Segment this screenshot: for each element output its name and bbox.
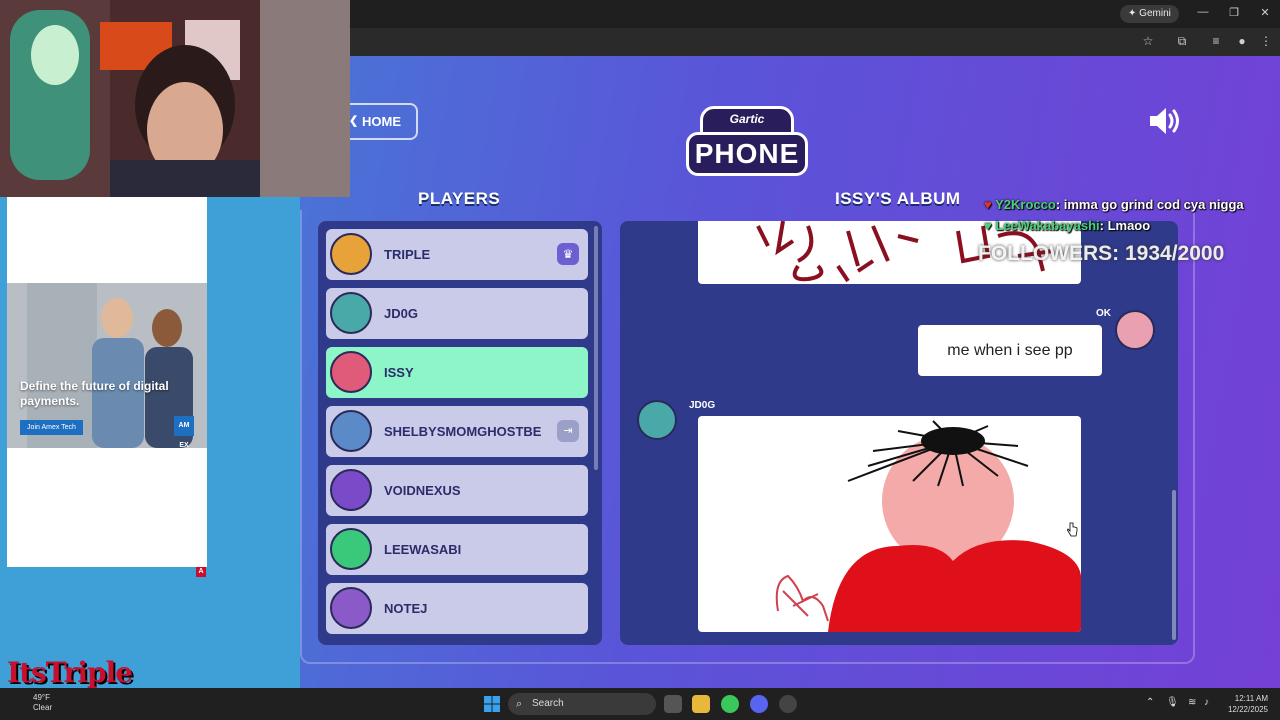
chat-username: Y2Krocco [995, 197, 1056, 212]
logo-main-text: PHONE [686, 132, 808, 176]
follower-goal: FOLLOWERS: 1934/2000 [978, 242, 1225, 265]
chrome-icon[interactable] [721, 695, 739, 713]
search-icon: ⌕ [516, 698, 523, 710]
discord-icon[interactable] [750, 695, 768, 713]
drawing-canvas [698, 416, 1081, 632]
browser-menu-icon[interactable]: ⋮ [1258, 34, 1274, 48]
players-title: PLAYERS [418, 189, 501, 208]
player-avatar [330, 233, 372, 275]
message-author-avatar [1115, 310, 1155, 350]
chevron-up-icon[interactable]: ⌃ [1146, 697, 1154, 708]
message-author: OK [1096, 308, 1111, 319]
profile-avatar[interactable]: ● [1234, 34, 1250, 48]
player-name: JD0G [384, 306, 418, 321]
gartic-phone-logo: Gartic PHONE [686, 104, 808, 176]
windows-start-icon[interactable] [484, 696, 500, 712]
player-name: SHELBYSMOMGHOSTBE [384, 424, 542, 439]
minimize-button[interactable]: — [1195, 6, 1211, 18]
ad-choices-badge[interactable]: A [196, 567, 206, 577]
heart-icon: ♥ [984, 218, 992, 233]
weather-temp: 49°F [33, 693, 50, 702]
player-list-scrollbar[interactable] [594, 226, 598, 470]
microphone-icon[interactable]: 🎙 [1166, 697, 1179, 708]
drawing-art [775, 420, 1081, 632]
chat-text: : Lmaoo [1099, 218, 1151, 233]
weather-desc: Clear [33, 703, 53, 712]
sparkle-icon: ✦ [1128, 8, 1137, 19]
hand-cursor-icon [1067, 522, 1078, 537]
extensions-icon[interactable]: ⧉ [1174, 34, 1190, 49]
player-row[interactable]: JD0G [326, 288, 588, 339]
player-avatar [330, 410, 372, 452]
amex-logo: AM EX [174, 416, 194, 449]
chat-text: : imma go grind cod cya nigga [1055, 197, 1244, 212]
maximize-button[interactable]: ❐ [1226, 6, 1242, 19]
exit-icon[interactable]: ⇥ [557, 420, 579, 442]
task-view-icon[interactable] [664, 695, 682, 713]
player-row[interactable]: LEEWASABI [326, 524, 588, 575]
taskbar-clock[interactable]: 12:11 AM 12/22/2025 [1222, 693, 1268, 715]
player-avatar [330, 587, 372, 629]
gemini-button[interactable]: ✦ Gemini [1120, 5, 1179, 23]
clock-date: 12/22/2025 [1227, 705, 1268, 714]
player-avatar [330, 351, 372, 393]
player-row[interactable]: VOIDNEXUS [326, 465, 588, 516]
album-scrollbar[interactable] [1172, 490, 1176, 640]
player-row[interactable]: SHELBYSMOMGHOSTBE ⇥ [326, 406, 588, 457]
drawing-author-avatar [637, 400, 677, 440]
clock-time: 12:11 AM [1234, 694, 1268, 703]
app-icon[interactable] [779, 695, 797, 713]
volume-icon[interactable]: ♪ [1204, 697, 1209, 708]
player-row[interactable]: TRIPLE ♛ [326, 229, 588, 280]
home-button[interactable]: ❮ HOME [342, 103, 418, 140]
player-avatar [330, 528, 372, 570]
close-window-button[interactable]: ✕ [1257, 6, 1273, 19]
webcam-feed [0, 0, 350, 197]
player-row-active[interactable]: ISSY [326, 347, 588, 398]
chevron-left-icon: ❮ [349, 115, 359, 127]
player-name: ISSY [384, 365, 414, 380]
player-name: NOTEJ [384, 601, 428, 616]
player-row[interactable]: NOTEJ [326, 583, 588, 634]
ad-cta-button[interactable]: Join Amex Tech [20, 420, 83, 435]
player-name: TRIPLE [384, 247, 431, 262]
player-avatar [330, 469, 372, 511]
taskbar-search[interactable]: ⌕ Search [508, 693, 656, 715]
player-name: LEEWASABI [384, 542, 462, 557]
logo-top-text: Gartic [729, 112, 765, 126]
drawing-author: JD0G [689, 400, 716, 411]
album-title: ISSY'S ALBUM [835, 189, 961, 208]
wifi-icon[interactable]: ≋ [1188, 697, 1196, 708]
media-icon[interactable]: ≡ [1208, 34, 1224, 48]
speaker-icon[interactable] [1148, 106, 1182, 136]
bookmark-star-icon[interactable]: ☆ [1140, 34, 1156, 48]
chat-message: ♥ Y2Krocco: imma go grind cod cya nigga [984, 197, 1244, 212]
crown-icon: ♛ [557, 243, 579, 265]
chat-username: LeeWakabayashi [995, 218, 1100, 233]
ad-headline: Define the future of digital payments. [20, 379, 169, 408]
player-name: VOIDNEXUS [384, 483, 461, 498]
chat-message: ♥ LeeWakabayashi: Lmaoo [984, 218, 1150, 233]
weather-widget[interactable]: 49°F Clear [33, 693, 52, 713]
heart-icon: ♥ [984, 197, 992, 212]
message-bubble: me when i see pp [918, 325, 1102, 376]
file-explorer-icon[interactable] [692, 695, 710, 713]
streamer-logo: ItsTriple [7, 656, 133, 689]
webcam-image [0, 0, 350, 197]
player-avatar [330, 292, 372, 334]
